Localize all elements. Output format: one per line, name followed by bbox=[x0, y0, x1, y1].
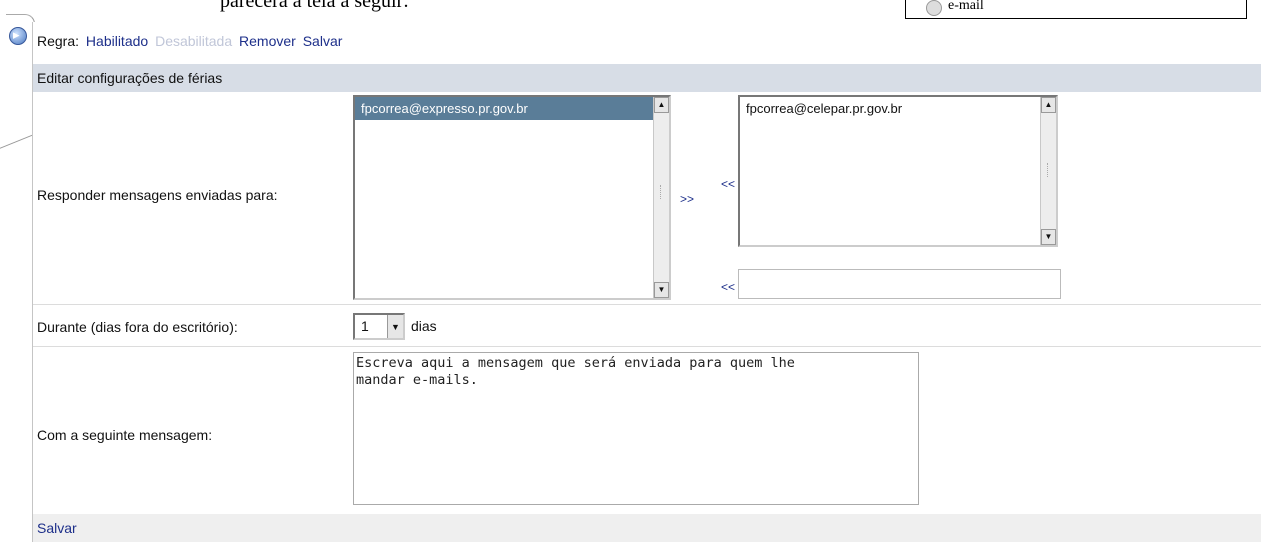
selected-addresses-list[interactable]: fpcorrea@celepar.pr.gov.br ▲ ▼ bbox=[738, 95, 1058, 247]
scroll-up-icon[interactable]: ▲ bbox=[1041, 97, 1056, 113]
disabled-link[interactable]: Desabilitada bbox=[155, 33, 232, 49]
footer-save-link[interactable]: Salvar bbox=[37, 520, 77, 536]
document-cutoff-text: e-mail bbox=[948, 0, 984, 13]
section-header: Editar configurações de férias bbox=[33, 64, 1261, 92]
list-item[interactable]: fpcorrea@expresso.pr.gov.br bbox=[355, 97, 669, 120]
new-address-field[interactable] bbox=[738, 269, 1061, 299]
chevron-down-icon[interactable]: ▼ bbox=[387, 315, 403, 338]
scroll-grip[interactable] bbox=[660, 185, 663, 199]
duration-value: 1 bbox=[361, 318, 369, 334]
reply-to-label: Responder mensagens enviadas para: bbox=[37, 187, 278, 203]
scroll-down-icon[interactable]: ▼ bbox=[1041, 229, 1056, 245]
list-item[interactable]: fpcorrea@celepar.pr.gov.br bbox=[740, 97, 1056, 120]
footer-bar: Salvar bbox=[33, 514, 1261, 542]
remove-link[interactable]: Remover bbox=[239, 33, 296, 49]
duration-label: Durante (dias fora do escritório): bbox=[37, 319, 238, 335]
row-separator bbox=[33, 304, 1261, 305]
mail-icon bbox=[926, 0, 942, 16]
message-label: Com a seguinte mensagem: bbox=[37, 427, 213, 443]
scroll-grip[interactable] bbox=[1047, 163, 1050, 177]
add-address-button[interactable]: >> bbox=[680, 192, 694, 206]
row-separator bbox=[33, 346, 1261, 347]
rule-prefix-label: Regra: bbox=[37, 33, 80, 49]
save-link[interactable]: Salvar bbox=[303, 33, 343, 49]
available-list-scrollbar[interactable]: ▲ ▼ bbox=[653, 97, 669, 298]
rule-toolbar: Regra: Habilitado Desabilitada Remover S… bbox=[33, 22, 1261, 60]
scroll-down-icon[interactable]: ▼ bbox=[654, 282, 669, 298]
duration-select[interactable]: 1 ▼ bbox=[353, 313, 405, 340]
available-addresses-list[interactable]: fpcorrea@expresso.pr.gov.br ▲ ▼ bbox=[353, 95, 671, 300]
message-textarea[interactable]: Escreva aqui a mensagem que será enviada… bbox=[353, 352, 919, 505]
selected-list-scrollbar[interactable]: ▲ ▼ bbox=[1040, 97, 1056, 245]
duration-unit: dias bbox=[411, 318, 437, 334]
vacation-rule-panel: Regra: Habilitado Desabilitada Remover S… bbox=[32, 22, 1261, 542]
document-text-cut: parecerá a tela a seguir: bbox=[220, 0, 409, 12]
enabled-link[interactable]: Habilitado bbox=[86, 33, 148, 49]
remove-address-button[interactable]: << bbox=[721, 177, 735, 191]
add-from-field-button[interactable]: << bbox=[721, 280, 735, 294]
scroll-up-icon[interactable]: ▲ bbox=[654, 97, 669, 113]
document-cutoff-box: e-mail bbox=[905, 0, 1247, 19]
arrow-right-icon[interactable] bbox=[9, 27, 27, 45]
